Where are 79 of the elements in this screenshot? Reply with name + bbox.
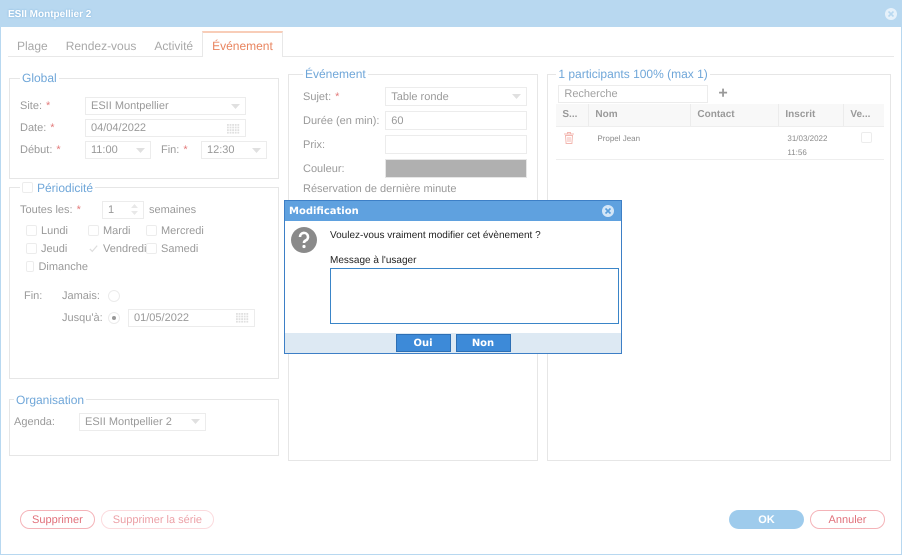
required-mark: * [50,122,55,134]
caret-icon [191,419,200,424]
unit-label: semaines [149,204,196,216]
day-label: Samedi [161,242,198,255]
required-mark: * [56,144,61,156]
number-spinner[interactable]: 1 [102,200,144,219]
dialog-title: Modification [289,206,359,216]
dialog-button[interactable]: Non [456,334,510,352]
tab[interactable]: Rendez-vous [56,31,146,57]
option-label: Jusqu'à: [62,312,104,324]
caret-icon [252,148,261,152]
column-header[interactable]: Ve... [844,104,884,126]
required-mark: * [46,100,50,112]
field-label: Prix: [303,138,325,150]
agenda-dropdown[interactable]: ESII Montpellier 2 [79,412,206,431]
section-legend: 1 participants 100% (max 1) [558,67,708,81]
field-label: Fin: [161,144,180,156]
search-field[interactable]: Recherche [558,85,708,103]
table-cell-text: Propel Jean [596,133,642,145]
field-label: Couleur: [303,162,345,174]
radio-button[interactable] [108,312,120,324]
window-title: ESII Montpellier 2 [8,8,92,20]
calendar-icon [236,312,249,324]
section-legend: Organisation [16,392,84,407]
field-label: Début: [20,144,52,156]
question-icon [291,227,317,253]
day-label: Jeudi [41,242,68,255]
field-label: Message à l'usager [330,255,418,266]
date-field[interactable]: 04/04/2022 [85,119,246,137]
field-label: Date: [20,122,46,134]
tab[interactable]: Plage [8,31,57,57]
required-mark: * [335,90,340,102]
day-label: Dimanche [38,260,88,273]
section-legend: Événement [305,67,366,81]
note-text: Réservation de dernière minute [303,183,458,195]
caret-icon [231,104,240,108]
required-mark: * [76,204,81,216]
column-header[interactable]: Nom [589,104,692,126]
checkbox[interactable] [88,243,99,254]
day-label: Mardi [103,224,131,237]
time-dropdown[interactable]: 12:30 [201,141,267,159]
day-label: Vendredi [103,242,146,255]
field-label: Site: [20,100,42,112]
question-text: Voulez-vous vraiment modifier cet évènement ? [330,230,542,241]
calendar-icon [227,122,240,134]
table-cell-text: 31/03/2022 11:56 [786,133,828,159]
day-label: Lundi [41,224,68,237]
field-label: Fin: [24,288,44,304]
subject-dropdown[interactable]: Table ronde [385,87,528,106]
close-icon [602,205,614,217]
required-mark: * [183,144,188,156]
field-label: Sujet: [303,90,332,102]
dialog-button[interactable]: Oui [396,334,450,352]
field-label: Toutes les: [20,204,73,216]
message-field[interactable] [330,268,619,324]
column-header[interactable]: Contact [691,104,780,126]
text-field[interactable]: 60 [385,111,528,130]
column-header[interactable]: S... [556,104,590,126]
tab[interactable]: Événement [202,31,283,57]
date-field[interactable]: 01/05/2022 [128,308,255,327]
field-label: Agenda: [14,416,55,428]
check-icon [89,244,98,254]
time-dropdown[interactable]: 11:00 [85,141,151,159]
caret-icon [512,94,522,99]
caret-icon [136,148,145,152]
section-legend: Périodicité [37,180,94,195]
delete-button[interactable]: Supprimer [20,510,95,529]
add-button[interactable]: + [718,85,728,103]
color-swatch[interactable] [384,159,528,178]
column-header[interactable]: Inscrit [779,104,844,126]
trash-icon[interactable] [564,132,574,144]
field-label: Durée (en min): [303,114,380,126]
close-icon [885,8,897,20]
section-legend: Global [22,71,57,85]
site-dropdown[interactable]: ESII Montpellier [85,97,246,115]
cancel-button[interactable]: Annuler [810,510,885,529]
option-label: Jamais: [62,290,101,302]
ok-button[interactable]: OK [729,510,804,529]
day-label: Mercredi [161,224,204,237]
